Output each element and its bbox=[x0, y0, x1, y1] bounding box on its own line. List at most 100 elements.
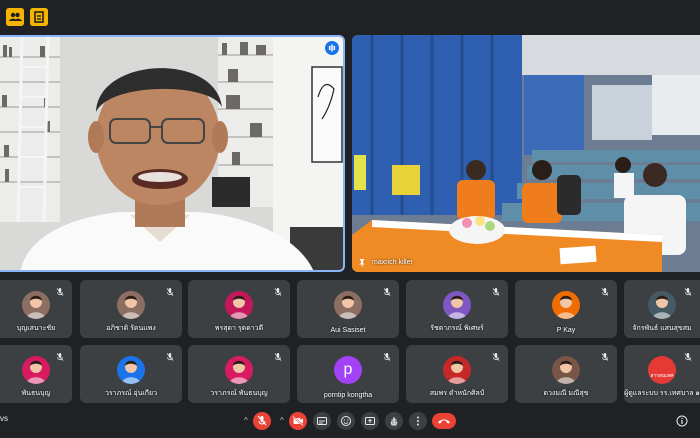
raise-hand-icon bbox=[390, 417, 398, 426]
muted-indicator bbox=[490, 351, 502, 363]
more-options-icon bbox=[417, 416, 419, 426]
participant-photo bbox=[229, 360, 249, 384]
participant-photo bbox=[556, 360, 576, 384]
audio-wave-icon bbox=[329, 44, 336, 52]
avatar bbox=[443, 291, 471, 319]
chevron-up-icon[interactable]: ^ bbox=[244, 416, 248, 425]
camera-button[interactable] bbox=[289, 412, 307, 430]
mic-off-icon bbox=[56, 353, 64, 361]
pin-icon bbox=[359, 259, 365, 267]
avatar: p bbox=[334, 356, 362, 384]
participant-name: สมพร ดำหนักศิลป์ bbox=[429, 390, 485, 397]
participant-name: อภิชาติ รัตนแพง bbox=[106, 325, 156, 332]
mic-off-icon bbox=[492, 353, 500, 361]
avatar-letter: p bbox=[343, 361, 353, 378]
avatar-logo-text: สารสนเทศ bbox=[650, 373, 674, 379]
captions-button[interactable] bbox=[313, 412, 331, 430]
mic-off-icon bbox=[274, 353, 282, 361]
activities-button[interactable] bbox=[30, 8, 48, 26]
muted-indicator bbox=[381, 286, 393, 298]
avatar bbox=[443, 356, 471, 384]
muted-indicator bbox=[599, 286, 611, 298]
participant-tile[interactable]: วราภรณ์ พันธนบุญ bbox=[188, 345, 290, 403]
leave-call-button[interactable] bbox=[432, 413, 456, 429]
present-icon bbox=[365, 417, 375, 425]
participant-photo bbox=[229, 295, 249, 319]
participant-tile[interactable]: จักรพันธ์ แสนสุขสม bbox=[624, 280, 700, 338]
muted-indicator bbox=[272, 351, 284, 363]
participant-tile[interactable]: บุญเสนาะชัย bbox=[0, 280, 72, 338]
participant-tile[interactable]: วราภรณ์ อุ่นเกียว bbox=[80, 345, 182, 403]
participant-photo bbox=[338, 295, 358, 319]
participant-photo bbox=[447, 360, 467, 384]
emoji-icon bbox=[341, 416, 351, 426]
muted-indicator bbox=[599, 351, 611, 363]
active-speaker-tile[interactable] bbox=[0, 35, 345, 272]
participant-tile[interactable]: อภิชาติ รัตนแพง bbox=[80, 280, 182, 338]
participant-name: porntip kongtha bbox=[323, 392, 373, 399]
participant-tile[interactable]: P Kay bbox=[515, 280, 617, 338]
mic-off-icon bbox=[601, 288, 609, 296]
users-icon bbox=[6, 8, 24, 26]
participant-name: วราภรณ์ พันธนบุญ bbox=[210, 390, 268, 397]
mic-off-icon bbox=[257, 415, 267, 426]
participant-tile[interactable]: พรสุดา รุดดาวดี bbox=[188, 280, 290, 338]
avatar bbox=[552, 291, 580, 319]
participant-tile[interactable]: รัชดาภรณ์ พิเศษร์ bbox=[406, 280, 508, 338]
mic-off-icon bbox=[492, 288, 500, 296]
muted-indicator bbox=[54, 351, 66, 363]
bottom-toolbar: vs ^ ^ bbox=[0, 404, 700, 438]
participant-name: บุญเสนาะชัย bbox=[16, 325, 56, 332]
participant-tile[interactable]: สารสนเทศผู้ดูแลระบบ รร.เทศบาล ๑ bbox=[624, 345, 700, 403]
avatar bbox=[117, 356, 145, 384]
mic-off-icon bbox=[166, 288, 174, 296]
raise-hand-button[interactable] bbox=[385, 412, 403, 430]
participant-tile[interactable]: p porntip kongtha bbox=[297, 345, 399, 403]
more-options-button[interactable] bbox=[409, 412, 427, 430]
participant-name: วราภรณ์ อุ่นเกียว bbox=[104, 390, 158, 397]
avatar bbox=[117, 291, 145, 319]
room-participant-tile[interactable]: maxrich killer bbox=[352, 35, 700, 272]
speaker-video bbox=[0, 37, 343, 270]
participant-name: พรสุดา รุดดาวดี bbox=[214, 325, 264, 332]
avatar bbox=[225, 356, 253, 384]
top-bar bbox=[0, 0, 700, 32]
emoji-button[interactable] bbox=[337, 412, 355, 430]
participant-photo bbox=[26, 360, 46, 384]
mic-off-icon bbox=[684, 353, 692, 361]
activities-icon bbox=[30, 8, 48, 26]
participant-tile[interactable]: สมพร ดำหนักศิลป์ bbox=[406, 345, 508, 403]
mic-off-icon bbox=[56, 288, 64, 296]
muted-indicator bbox=[54, 286, 66, 298]
muted-indicator bbox=[682, 351, 694, 363]
mic-off-icon bbox=[684, 288, 692, 296]
captions-icon bbox=[317, 417, 327, 425]
participant-tile[interactable]: พันธนบุญ bbox=[0, 345, 72, 403]
chevron-up-icon[interactable]: ^ bbox=[280, 416, 284, 425]
microphone-button[interactable] bbox=[253, 412, 271, 430]
muted-indicator bbox=[272, 286, 284, 298]
participant-photo bbox=[121, 360, 141, 384]
participant-name: ผู้ดูแลระบบ รร.เทศบาล ๑ bbox=[624, 390, 700, 397]
people-button[interactable] bbox=[6, 8, 24, 26]
meeting-code: vs bbox=[0, 414, 8, 423]
participant-photo bbox=[121, 295, 141, 319]
participant-tile[interactable]: Aui Sasiset bbox=[297, 280, 399, 338]
participant-name: Aui Sasiset bbox=[330, 327, 366, 334]
info-icon[interactable] bbox=[676, 415, 688, 427]
participant-photo bbox=[556, 295, 576, 319]
participant-name: จักรพันธ์ แสนสุขสม bbox=[632, 325, 692, 332]
muted-indicator bbox=[164, 351, 176, 363]
mic-off-icon bbox=[383, 353, 391, 361]
avatar bbox=[334, 291, 362, 319]
present-button[interactable] bbox=[361, 412, 379, 430]
mic-off-icon bbox=[383, 288, 391, 296]
participant-photo bbox=[447, 295, 467, 319]
camera-off-icon bbox=[292, 415, 304, 427]
participant-tile[interactable]: ดวงมณี มณีสุข bbox=[515, 345, 617, 403]
muted-indicator bbox=[682, 286, 694, 298]
end-call-icon bbox=[438, 419, 450, 424]
mic-off-icon bbox=[274, 288, 282, 296]
muted-indicator bbox=[164, 286, 176, 298]
mic-off-icon bbox=[166, 353, 174, 361]
